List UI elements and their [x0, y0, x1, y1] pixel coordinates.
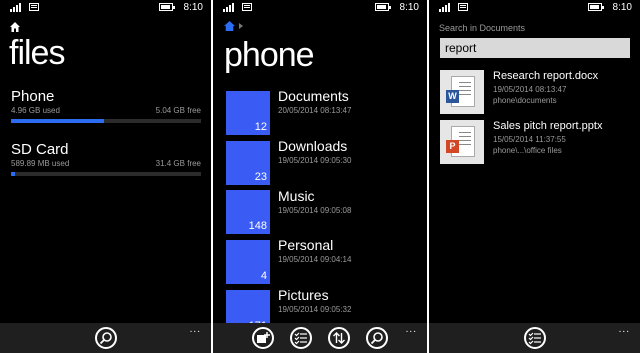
new-folder-button[interactable]	[252, 327, 274, 349]
storage-bar-fill	[11, 172, 15, 176]
message-icon	[29, 3, 39, 11]
search-screen: 8:10 Search in Documents W Research repo…	[429, 0, 640, 353]
clock: 8:10	[612, 2, 632, 13]
folder-date: 19/05/2014 09:05:32	[278, 305, 352, 314]
result-date: 19/05/2014 08:13:47	[493, 85, 567, 94]
folder-tile[interactable]: 12	[226, 91, 270, 135]
storage-free: 5.04 GB free	[155, 106, 201, 115]
message-icon	[242, 3, 252, 11]
home-icon[interactable]	[224, 21, 235, 31]
folder-count: 148	[248, 220, 267, 232]
storage-name: SD Card	[11, 141, 69, 158]
sort-icon	[333, 332, 345, 344]
folder-date: 19/05/2014 09:05:08	[278, 206, 352, 215]
signal-icon	[439, 3, 453, 12]
more-button[interactable]: ...	[190, 325, 201, 335]
page-title: phone	[224, 36, 315, 74]
result-path: phone\documents	[493, 96, 557, 105]
storage-name: Phone	[11, 88, 55, 105]
app-bar: ...	[0, 323, 211, 353]
storage-used: 4.96 GB used	[11, 106, 60, 115]
clock: 8:10	[399, 2, 419, 13]
folder-count: 4	[260, 270, 267, 282]
result-path: phone\...\office files	[493, 146, 562, 155]
folder-tile[interactable]: 148	[226, 190, 270, 234]
folder-date: 19/05/2014 09:05:30	[278, 156, 352, 165]
document-thumbnail[interactable]: W	[440, 70, 484, 114]
select-button[interactable]	[524, 327, 546, 349]
clock: 8:10	[183, 2, 203, 13]
breadcrumb	[224, 21, 243, 31]
battery-icon	[159, 3, 175, 11]
files-screen: 8:10 files Phone 4.96 GB used 5.04 GB fr…	[0, 0, 211, 353]
signal-icon	[223, 3, 237, 12]
document-thumbnail[interactable]: P	[440, 120, 484, 164]
select-button[interactable]	[290, 327, 312, 349]
battery-icon	[375, 3, 391, 11]
word-icon: W	[446, 90, 459, 103]
select-list-icon	[528, 332, 541, 345]
page-title: files	[9, 34, 65, 72]
search-button[interactable]	[95, 327, 117, 349]
storage-sd-card[interactable]: SD Card 589.89 MB used 31.4 GB free	[11, 141, 201, 176]
powerpoint-icon: P	[446, 140, 459, 153]
signal-icon	[10, 3, 24, 12]
storage-free: 31.4 GB free	[155, 159, 201, 168]
select-list-icon	[294, 332, 307, 345]
status-bar: 8:10	[0, 0, 211, 16]
search-icon	[370, 332, 383, 345]
folder-name[interactable]: Documents	[278, 88, 349, 104]
folder-tile[interactable]: 4	[226, 240, 270, 284]
battery-icon	[588, 3, 604, 11]
phone-screen: 8:10 phone 12 Documents 20/05/2014 08:13…	[213, 0, 427, 353]
result-name[interactable]: Research report.docx	[493, 70, 598, 82]
status-bar: 8:10	[429, 0, 640, 16]
search-icon	[99, 332, 112, 345]
result-name[interactable]: Sales pitch report.pptx	[493, 120, 602, 132]
folder-tile[interactable]: 23	[226, 141, 270, 185]
search-button[interactable]	[366, 327, 388, 349]
folder-count: 23	[254, 171, 267, 183]
more-button[interactable]: ...	[619, 325, 630, 335]
more-button[interactable]: ...	[406, 325, 417, 335]
folder-date: 20/05/2014 08:13:47	[278, 106, 352, 115]
chevron-right-icon	[239, 23, 243, 29]
result-date: 15/05/2014 11:37:55	[493, 135, 566, 144]
storage-used: 589.89 MB used	[11, 159, 70, 168]
storage-bar	[11, 172, 201, 176]
home-icon[interactable]	[10, 22, 20, 32]
search-label: Search in Documents	[439, 23, 526, 33]
message-icon	[458, 3, 468, 11]
status-bar: 8:10	[213, 0, 427, 16]
new-folder-icon	[257, 332, 270, 343]
search-input[interactable]	[440, 38, 630, 58]
folder-name[interactable]: Music	[278, 188, 315, 204]
storage-bar	[11, 119, 201, 123]
folder-name[interactable]: Personal	[278, 237, 333, 253]
storage-bar-fill	[11, 119, 105, 123]
app-bar: ...	[213, 323, 427, 353]
folder-date: 19/05/2014 09:04:14	[278, 255, 352, 264]
sort-button[interactable]	[328, 327, 350, 349]
folder-count: 12	[254, 121, 267, 133]
folder-name[interactable]: Pictures	[278, 287, 329, 303]
storage-phone[interactable]: Phone 4.96 GB used 5.04 GB free	[11, 88, 201, 123]
app-bar: ...	[429, 323, 640, 353]
folder-name[interactable]: Downloads	[278, 138, 347, 154]
